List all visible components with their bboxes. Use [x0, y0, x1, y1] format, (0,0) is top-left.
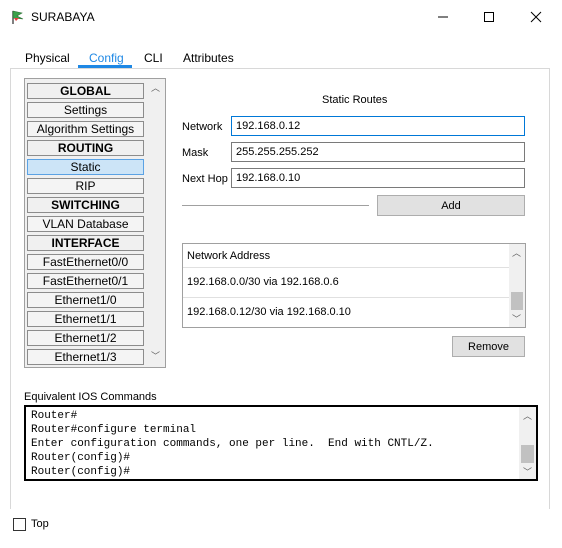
sidebar-item-ethernet1-1[interactable]: Ethernet1/1 — [27, 311, 144, 327]
ios-commands-label: Equivalent IOS Commands — [24, 391, 157, 403]
console-scrollbar[interactable]: ︿ ﹀ — [519, 407, 536, 479]
add-button[interactable]: Add — [377, 195, 525, 216]
close-icon — [530, 11, 542, 23]
top-checkbox[interactable] — [13, 518, 26, 531]
mask-label: Mask — [182, 147, 209, 159]
scroll-down-icon[interactable]: ﹀ — [523, 465, 532, 478]
router-app-icon — [12, 10, 24, 24]
tab-physical[interactable]: Physical — [25, 48, 70, 68]
remove-button[interactable]: Remove — [452, 336, 525, 357]
sidebar-header-routing: ROUTING — [27, 140, 144, 156]
maximize-button[interactable] — [466, 0, 512, 34]
network-label: Network — [182, 121, 223, 133]
console-line: Router#configure terminal — [31, 424, 197, 436]
next-hop-input[interactable]: 192.168.0.10 — [231, 168, 525, 188]
window-title: SURABAYA — [31, 10, 95, 24]
title-bar: SURABAYA — [0, 0, 562, 34]
sidebar-header-switching: SWITCHING — [27, 197, 144, 213]
sidebar-item-static[interactable]: Static — [27, 159, 144, 175]
minimize-button[interactable] — [420, 0, 466, 34]
sidebar-item-fastethernet0-1[interactable]: FastEthernet0/1 — [27, 273, 144, 289]
scroll-up-icon[interactable]: ︿ — [523, 409, 532, 422]
network-input[interactable]: 192.168.0.12 — [231, 116, 525, 136]
sidebar-item-fastethernet0-0[interactable]: FastEthernet0/0 — [27, 254, 144, 270]
sidebar-item-ethernet1-2[interactable]: Ethernet1/2 — [27, 330, 144, 346]
scroll-up-icon[interactable]: ︿ — [512, 246, 521, 259]
table-row[interactable]: 192.168.0.12/30 via 192.168.0.10 — [183, 298, 509, 326]
static-routes-title: Static Routes — [322, 94, 388, 106]
scroll-down-icon[interactable]: ﹀ — [151, 349, 160, 362]
ios-console[interactable]: Router# Router#configure terminal Enter … — [24, 405, 538, 481]
table-row[interactable]: 192.168.0.0/30 via 192.168.0.6 — [183, 268, 509, 296]
routes-table-header: Network Address — [187, 250, 271, 262]
sidebar-item-rip[interactable]: RIP — [27, 178, 144, 194]
console-line: Router(config)# — [31, 466, 131, 478]
divider — [182, 205, 369, 206]
sidebar-header-interface: INTERFACE — [27, 235, 144, 251]
sidebar-scrollbar[interactable]: ︿ ﹀ — [147, 79, 164, 367]
config-sidebar: GLOBAL Settings Algorithm Settings ROUTI… — [24, 78, 166, 368]
mask-input[interactable]: 255.255.255.252 — [231, 142, 525, 162]
close-button[interactable] — [513, 0, 559, 34]
footer-bar — [0, 509, 562, 548]
tab-attributes[interactable]: Attributes — [183, 48, 234, 68]
scroll-up-icon[interactable]: ︿ — [151, 81, 160, 94]
maximize-icon — [484, 12, 494, 22]
scroll-thumb[interactable] — [521, 445, 534, 463]
console-line: Router# — [31, 410, 78, 422]
console-line: Enter configuration commands, one per li… — [31, 438, 434, 450]
routes-table: Network Address 192.168.0.0/30 via 192.1… — [182, 243, 526, 328]
minimize-icon — [438, 16, 448, 18]
scroll-down-icon[interactable]: ﹀ — [512, 312, 521, 325]
sidebar-item-ethernet1-0[interactable]: Ethernet1/0 — [27, 292, 144, 308]
sidebar-item-vlan-database[interactable]: VLAN Database — [27, 216, 144, 232]
scroll-thumb[interactable] — [511, 292, 523, 310]
top-checkbox-label: Top — [31, 518, 49, 530]
sidebar-item-algorithm-settings[interactable]: Algorithm Settings — [27, 121, 144, 137]
routes-scrollbar[interactable]: ︿ ﹀ — [509, 244, 525, 327]
sidebar-item-settings[interactable]: Settings — [27, 102, 144, 118]
sidebar-item-ethernet1-3[interactable]: Ethernet1/3 — [27, 349, 144, 365]
tab-cli[interactable]: CLI — [144, 48, 163, 68]
sidebar-header-global: GLOBAL — [27, 83, 144, 99]
next-hop-label: Next Hop — [182, 173, 228, 185]
console-line: Router(config)# — [31, 452, 131, 464]
